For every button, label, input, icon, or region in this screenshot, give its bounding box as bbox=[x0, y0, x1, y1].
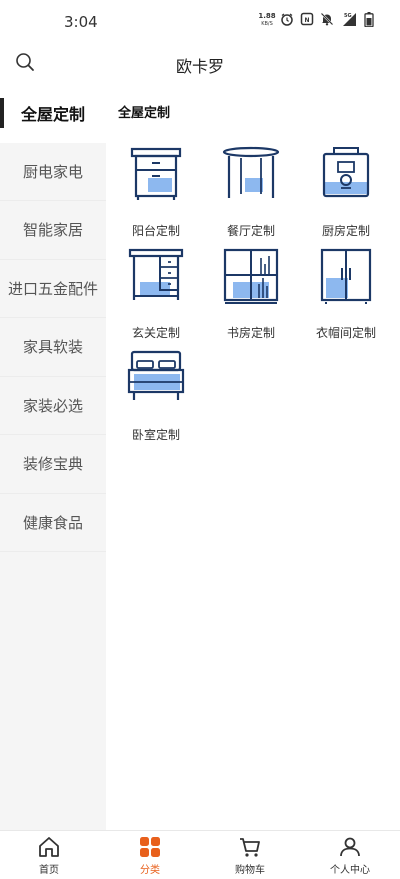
nfc-icon: N bbox=[300, 12, 314, 26]
sidebar-item-whole-house[interactable]: 全屋定制 bbox=[0, 84, 106, 143]
category-label: 阳台定制 bbox=[131, 224, 180, 238]
sidebar-item-label: 智能家居 bbox=[22, 221, 83, 240]
nav-label: 首页 bbox=[39, 865, 59, 876]
nav-label: 分类 bbox=[140, 865, 160, 876]
sidebar-item-label: 健康食品 bbox=[22, 513, 83, 532]
sidebar-item-furniture[interactable]: 家具软装 bbox=[0, 318, 106, 377]
status-time: 3:04 bbox=[64, 13, 98, 31]
nav-profile[interactable]: 个人中心 bbox=[315, 835, 385, 879]
category-label: 餐厅定制 bbox=[226, 224, 275, 238]
network-speed-value: 1.88 bbox=[258, 12, 276, 20]
network-speed-unit: KB/S bbox=[261, 21, 273, 27]
mute-icon bbox=[320, 12, 334, 26]
category-item-dining[interactable]: 餐厅定制 bbox=[206, 144, 296, 244]
battery-icon bbox=[364, 12, 374, 27]
sidebar-item-smart-home[interactable]: 智能家居 bbox=[0, 201, 106, 260]
sidebar-item-label: 厨电家电 bbox=[22, 162, 83, 181]
category-label: 玄关定制 bbox=[131, 326, 180, 340]
sidebar-item-decoration-essentials[interactable]: 家装必选 bbox=[0, 377, 106, 435]
alarm-icon bbox=[281, 13, 293, 26]
category-item-wardrobe[interactable]: 衣帽间定制 bbox=[301, 246, 391, 346]
home-icon bbox=[39, 837, 59, 857]
bed-icon bbox=[127, 350, 185, 400]
wardrobe-icon bbox=[320, 248, 372, 304]
category-item-kitchen[interactable]: 厨房定制 bbox=[301, 144, 391, 244]
category-item-entrance[interactable]: 玄关定制 bbox=[111, 246, 201, 346]
category-label: 衣帽间定制 bbox=[315, 326, 376, 340]
entrance-cabinet-icon bbox=[128, 248, 184, 300]
category-item-balcony[interactable]: 阳台定制 bbox=[111, 144, 201, 244]
signal-5g-icon: 5G bbox=[343, 13, 356, 26]
nav-label: 个人中心 bbox=[330, 865, 370, 876]
category-content: 全屋定制 阳台定制 餐厅定制 厨房定制 玄关定制 书房定制 衣帽间定制 卧室定制 bbox=[106, 84, 400, 830]
sidebar-item-label: 全屋定制 bbox=[20, 105, 85, 125]
bookshelf-icon bbox=[223, 248, 279, 304]
nav-category[interactable]: 分类 bbox=[115, 835, 185, 879]
svg-text:N: N bbox=[304, 17, 309, 24]
user-icon bbox=[340, 837, 360, 857]
category-item-bedroom[interactable]: 卧室定制 bbox=[111, 348, 201, 448]
sidebar-item-kitchen-appliances[interactable]: 厨电家电 bbox=[0, 143, 106, 201]
dining-table-icon bbox=[222, 146, 280, 198]
sidebar-item-label: 家装必选 bbox=[22, 396, 83, 415]
category-label: 书房定制 bbox=[226, 326, 275, 340]
network-speed: 1.88 KB/S bbox=[256, 12, 278, 28]
category-label: 厨房定制 bbox=[321, 224, 370, 238]
section-title: 全屋定制 bbox=[118, 106, 171, 121]
category-sidebar: 全屋定制 厨电家电 智能家居 进口五金配件 家具软装 家装必选 装修宝典 健康食… bbox=[0, 84, 106, 830]
page-title: 欧卡罗 bbox=[175, 57, 224, 76]
svg-text:5G: 5G bbox=[344, 13, 352, 19]
nav-label: 购物车 bbox=[235, 865, 265, 876]
category-icon bbox=[140, 837, 160, 857]
sidebar-item-renovation-guide[interactable]: 装修宝典 bbox=[0, 435, 106, 494]
sidebar-item-imported-hardware[interactable]: 进口五金配件 bbox=[0, 260, 106, 318]
cart-icon bbox=[240, 838, 260, 857]
sidebar-item-label: 家具软装 bbox=[22, 338, 83, 357]
app-header: 欧卡罗 bbox=[0, 44, 400, 82]
category-label: 卧室定制 bbox=[131, 428, 180, 442]
sidebar-item-label: 进口五金配件 bbox=[7, 279, 98, 298]
nav-cart[interactable]: 购物车 bbox=[215, 835, 285, 879]
status-bar: 3:04 1.88 KB/S N 5G bbox=[0, 0, 400, 44]
cooker-icon bbox=[322, 147, 370, 198]
cabinet-icon bbox=[130, 147, 182, 200]
sidebar-item-label: 装修宝典 bbox=[22, 455, 83, 474]
category-item-study[interactable]: 书房定制 bbox=[206, 246, 296, 346]
nav-home[interactable]: 首页 bbox=[14, 835, 84, 879]
sidebar-item-health-food[interactable]: 健康食品 bbox=[0, 494, 106, 552]
bottom-nav: 首页 分类 购物车 个人中心 bbox=[0, 830, 400, 879]
